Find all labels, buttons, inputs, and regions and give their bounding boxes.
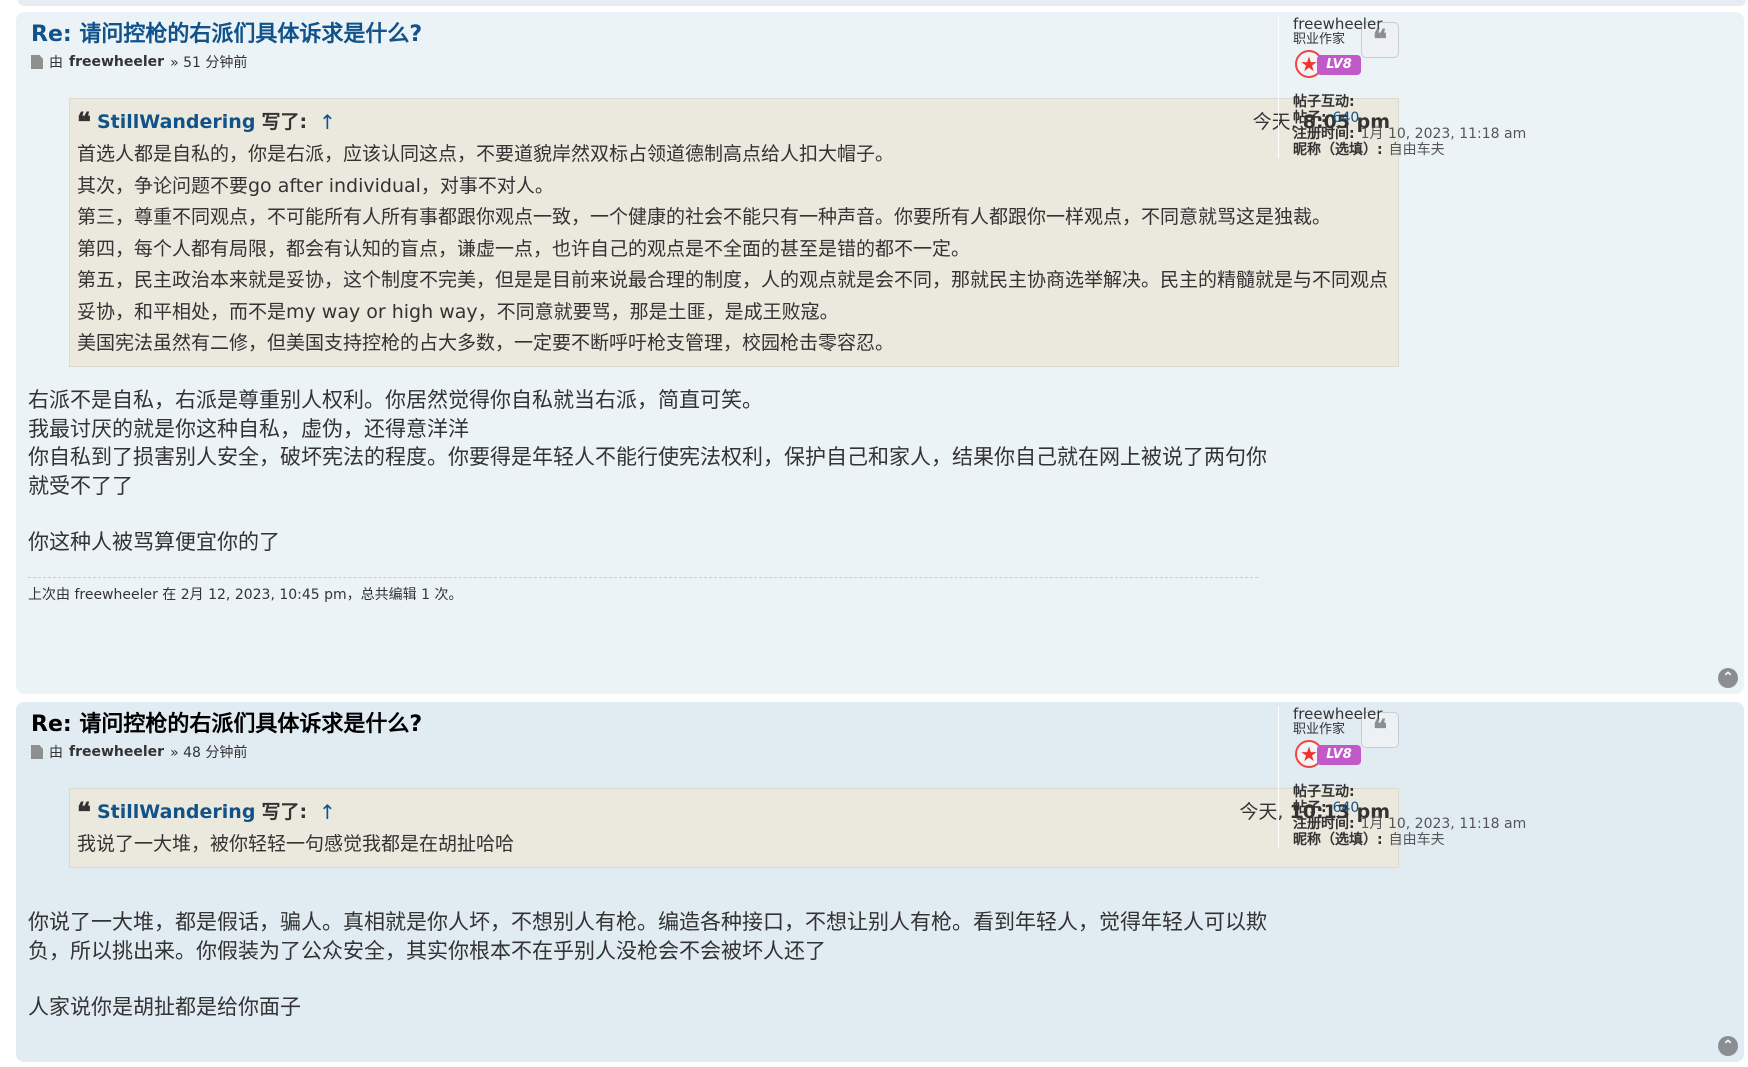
- back-to-top-button[interactable]: ⌃: [1718, 1036, 1738, 1056]
- author-link[interactable]: freewheeler: [69, 54, 164, 70]
- quote-line: 其次，争论问题不要go after individual，对事不对人。: [77, 174, 554, 197]
- quote-wrote-label: 写了:: [261, 111, 308, 134]
- post-author-line: 由 freewheeler » 48 分钟前: [31, 742, 247, 762]
- quote-author-link[interactable]: StillWandering: [97, 797, 255, 829]
- profile-interact-label: 帖子互动:: [1293, 94, 1355, 110]
- quote-wrote-label: 写了:: [261, 801, 308, 824]
- back-to-top-button[interactable]: ⌃: [1718, 668, 1738, 688]
- quote-icon: ❝: [77, 108, 91, 138]
- post-title[interactable]: Re: 请问控枪的右派们具体诉求是什么?: [31, 16, 422, 48]
- profile-joined-label: 注册时间:: [1293, 816, 1355, 832]
- content-line: 你说了一大堆，都是假话，骗人。真相就是你人坏，不想别人有枪。编造各种接口，不想让…: [28, 910, 1267, 963]
- quote-line: 美国宪法虽然有二修，但美国支持控枪的占大多数，一定要不断呼吁枪支管理，校园枪击零…: [77, 332, 895, 354]
- author-link[interactable]: freewheeler: [69, 744, 164, 760]
- rank-badge: ★ LV8: [1293, 740, 1363, 770]
- quote-header: ❝ StillWandering 写了: ↑ 今天, 10:13 pm: [77, 797, 1390, 829]
- profile-username[interactable]: freewheeler: [1293, 706, 1733, 722]
- author-prefix: 由: [49, 745, 63, 761]
- goto-quoted-post-icon[interactable]: ↑: [319, 797, 336, 829]
- content-line: 我最讨厌的就是你这种自私，虚伪，还得意洋洋: [28, 416, 469, 441]
- post: Re: 请问控枪的右派们具体诉求是什么? 由 freewheeler » 51 …: [16, 12, 1744, 694]
- profile-fields: 帖子互动: 帖子: 640 注册时间: 1月 10, 2023, 11:18 am …: [1293, 94, 1733, 158]
- post-content: 右派不是自私，右派是尊重别人权利。你居然觉得你自私就当右派，简直可笑。 我最讨厌…: [28, 386, 1278, 557]
- profile-nick-label: 昵称（选填）:: [1293, 142, 1383, 158]
- quote-line: 我说了一大堆，被你轻轻一句感觉我都是在胡扯哈哈: [77, 833, 515, 855]
- level-label: LV8: [1317, 55, 1361, 75]
- profile-nick-label: 昵称（选填）:: [1293, 832, 1383, 848]
- quote-icon: ❝: [77, 798, 91, 828]
- profile-username[interactable]: freewheeler: [1293, 16, 1733, 32]
- profile-posts-label: 帖子:: [1293, 800, 1327, 816]
- rank-badge: ★ LV8: [1293, 50, 1363, 80]
- post-time: » 48 分钟前: [170, 745, 248, 761]
- profile-posts-count[interactable]: 640: [1333, 110, 1360, 126]
- content-line: 你自私到了损害别人安全，破坏宪法的程度。你要得是年轻人不能行使宪法权利，保护自己…: [28, 445, 1267, 498]
- author-prefix: 由: [49, 55, 63, 71]
- post: Re: 请问控枪的右派们具体诉求是什么? 由 freewheeler » 48 …: [16, 702, 1744, 1062]
- post-time: » 51 分钟前: [170, 55, 248, 71]
- user-profile: freewheeler 职业作家 ★ LV8 帖子互动: 帖子: 640 注册时间…: [1278, 16, 1733, 158]
- quote-line: 第五，民主政治本来就是妥协，这个制度不完美，但是是目前来说最合理的制度，人的观点…: [77, 269, 1389, 323]
- profile-joined-label: 注册时间:: [1293, 126, 1355, 142]
- quote-line: 第四，每个人都有局限，都会有认知的盲点，谦虚一点，也许自己的观点是不全面的甚至是…: [77, 237, 971, 260]
- level-label: LV8: [1317, 745, 1361, 765]
- content-line: 人家说你是胡扯都是给你面子: [28, 995, 301, 1019]
- quote-line: 第三，尊重不同观点，不可能所有人所有事都跟你观点一致，一个健康的社会不能只有一种…: [77, 206, 1332, 228]
- profile-interact-label: 帖子互动:: [1293, 784, 1355, 800]
- user-profile: freewheeler 职业作家 ★ LV8 帖子互动: 帖子: 640 注册时间…: [1278, 706, 1733, 848]
- quoted-message: ❝ StillWandering 写了: ↑ 今天, 10:13 pm 我说了一…: [69, 788, 1399, 868]
- profile-posts-count[interactable]: 640: [1333, 800, 1360, 816]
- document-icon[interactable]: [31, 745, 43, 759]
- profile-rank: 职业作家: [1293, 32, 1346, 47]
- profile-posts-label: 帖子:: [1293, 110, 1327, 126]
- document-icon[interactable]: [31, 55, 43, 69]
- chevron-up-icon: ⌃: [1722, 670, 1734, 686]
- post-content: 你说了一大堆，都是假话，骗人。真相就是你人坏，不想别人有枪。编造各种接口，不想让…: [28, 908, 1278, 1022]
- profile-fields: 帖子互动: 帖子: 640 注册时间: 1月 10, 2023, 11:18 am …: [1293, 784, 1733, 848]
- quoted-message: ❝ StillWandering 写了: ↑ 今天, 8:05 pm 首选人都是…: [69, 98, 1399, 367]
- profile-joined-value: 1月 10, 2023, 11:18 am: [1360, 816, 1527, 832]
- goto-quoted-post-icon[interactable]: ↑: [319, 107, 336, 139]
- quote-header: ❝ StillWandering 写了: ↑ 今天, 8:05 pm: [77, 107, 1390, 139]
- post-title[interactable]: Re: 请问控枪的右派们具体诉求是什么?: [31, 706, 422, 738]
- quote-author-link[interactable]: StillWandering: [97, 107, 255, 139]
- profile-nick-value: 自由车夫: [1388, 832, 1445, 848]
- chevron-up-icon: ⌃: [1722, 1038, 1734, 1054]
- edit-note: 上次由 freewheeler 在 2月 12, 2023, 10:45 pm，…: [28, 577, 1258, 604]
- profile-rank: 职业作家: [1293, 722, 1346, 737]
- post-author-line: 由 freewheeler » 51 分钟前: [31, 52, 247, 72]
- previous-post-edge: [18, 0, 1746, 6]
- content-line: 右派不是自私，右派是尊重别人权利。你居然觉得你自私就当右派，简直可笑。: [28, 388, 763, 412]
- profile-joined-value: 1月 10, 2023, 11:18 am: [1360, 126, 1527, 142]
- quote-line: 首选人都是自私的，你是右派，应该认同这点，不要道貌岸然双标占领道德制高点给人扣大…: [77, 143, 895, 165]
- profile-nick-value: 自由车夫: [1388, 142, 1445, 158]
- content-line: 你这种人被骂算便宜你的了: [28, 530, 280, 554]
